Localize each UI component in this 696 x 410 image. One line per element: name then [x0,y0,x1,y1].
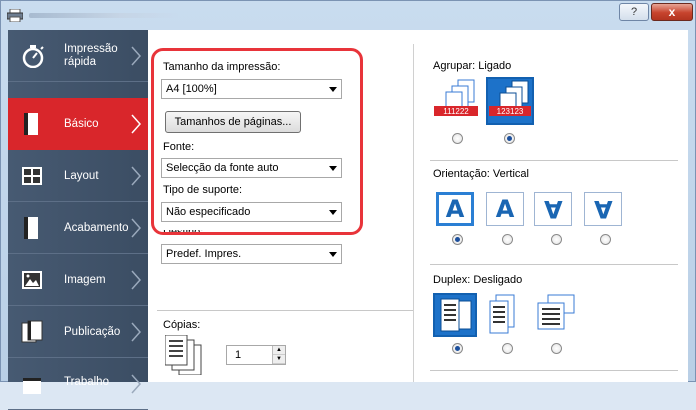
collate-on-option[interactable]: 123123 [486,77,534,125]
collate-on-radio[interactable] [504,133,515,144]
help-button[interactable]: ? [619,3,649,21]
sidebar-item-label: Layout [64,170,99,182]
divider [157,310,413,311]
duplex-off-option[interactable] [433,293,477,337]
duplex-long-edge-icon[interactable] [486,293,526,337]
sidebar-item-layout[interactable]: Layout [8,150,148,202]
duplex-short-edge-icon[interactable] [534,293,578,337]
chevron-right-icon [131,374,142,394]
chevron-right-icon [131,218,142,238]
image-icon [22,271,42,289]
sidebar: Impressão rápida Básico Layout Acabament… [8,30,148,410]
sidebar-item-quick-print[interactable]: Impressão rápida [8,30,148,82]
orientation-radio-4[interactable] [600,234,611,245]
orientation-landscape-rotated-option[interactable]: A [584,192,622,226]
sidebar-item-label: Imagem [64,274,106,286]
sidebar-item-finishing[interactable]: Acabamento [8,202,148,254]
duplex-short-edge-radio[interactable] [551,343,562,354]
orientation-portrait-option[interactable]: A [436,192,474,226]
vertical-divider [413,44,414,382]
duplex-off-radio[interactable] [452,343,463,354]
collate-off-icon[interactable]: 111222 [432,78,480,124]
copies-icon [165,335,202,375]
chevron-right-icon [131,270,142,290]
sidebar-item-label: Publicação [64,326,121,338]
duplex-label: Duplex: Desligado [433,274,523,286]
stepper-buttons: ▲ ▼ [272,346,285,364]
stopwatch-icon [22,45,44,68]
orientation-portrait-rotated-option[interactable]: A [534,192,572,226]
rotated-glyph: A [543,195,563,223]
title-bar: ? x [1,1,696,31]
close-button[interactable]: x [651,3,693,21]
collate-on-icon: 123123 [489,80,531,116]
copies-stepper[interactable]: 1 ▲ ▼ [226,345,286,365]
layout-icon [22,167,42,185]
collate-off-icon-label: 111222 [443,107,469,116]
sidebar-item-publishing[interactable]: Publicação [8,306,148,358]
collate-on-icon-label: 123123 [497,107,524,116]
sidebar-item-label: Impressão [64,43,118,55]
dropdown-arrow-icon [329,252,337,257]
chevron-right-icon [131,322,142,342]
stepper-up-icon[interactable]: ▲ [273,346,285,355]
sidebar-item-job[interactable]: Trabalho [8,358,148,410]
window-title [29,13,179,18]
finishing-icon [24,217,38,239]
duplex-long-edge-radio[interactable] [502,343,513,354]
rotated-glyph: A [593,195,613,223]
orientation-radio-1[interactable] [452,234,463,245]
orientation-label: Orientação: Vertical [433,168,529,180]
collate-off-radio[interactable] [452,133,463,144]
stepper-down-icon[interactable]: ▼ [273,355,285,364]
sidebar-item-label: Básico [64,118,99,130]
sidebar-item-label: Acabamento [64,222,129,234]
printer-icon [7,9,23,22]
orientation-landscape-option[interactable]: A [486,192,524,226]
chevron-right-icon [131,114,142,134]
collate-label: Agrupar: Ligado [433,60,512,72]
orientation-radio-3[interactable] [551,234,562,245]
page-icon [24,113,38,135]
chevron-right-icon [131,46,142,66]
divider [430,160,678,161]
sidebar-item-image[interactable]: Imagem [8,254,148,306]
destination-dropdown[interactable]: Predef. Impres. [161,244,342,264]
chevron-right-icon [131,166,142,186]
copies-label: Cópias: [163,319,201,331]
publishing-icon [21,320,43,343]
highlight-frame [151,48,363,235]
copies-value: 1 [235,349,242,361]
divider [430,370,678,371]
job-icon [23,378,41,394]
sidebar-item-label: Trabalho [64,376,109,388]
duplex-off-icon [440,298,472,332]
destination-value: Predef. Impres. [166,248,242,260]
divider [430,264,678,265]
sidebar-item-label: rápida [64,56,96,68]
orientation-radio-2[interactable] [502,234,513,245]
sidebar-item-basic[interactable]: Básico [8,98,148,150]
